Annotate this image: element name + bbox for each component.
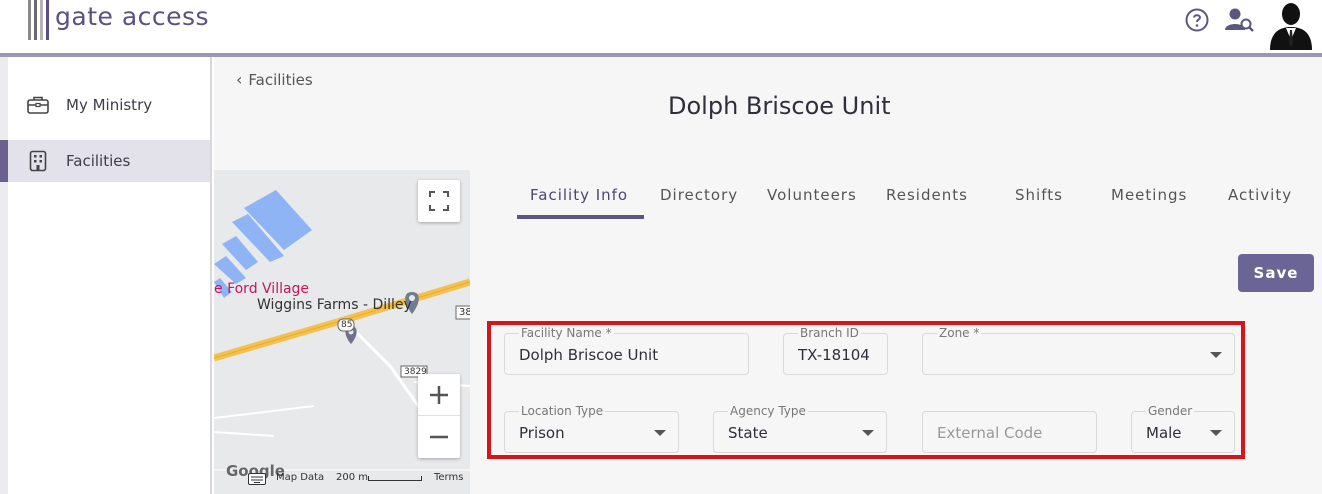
sidebar-item-my-ministry[interactable]: My Ministry — [8, 84, 210, 126]
zoom-control — [418, 374, 460, 458]
map-label-farms: Wiggins Farms - Dilley — [257, 297, 412, 313]
app-logo[interactable]: gate access — [28, 0, 209, 40]
chevron-down-icon — [862, 430, 874, 436]
user-search-icon[interactable] — [1224, 7, 1254, 33]
sidebar-edge — [0, 57, 8, 494]
facility-name-label: Facility Name * — [519, 326, 614, 340]
map-label-village: e Ford Village — [214, 281, 310, 297]
zoom-in-button[interactable] — [418, 374, 460, 416]
tab-shifts[interactable]: Shifts — [1015, 178, 1063, 204]
gender-select[interactable]: Gender Male — [1131, 404, 1235, 453]
chevron-down-icon — [1210, 430, 1222, 436]
page-title: Dolph Briscoe Unit — [668, 92, 891, 120]
agency-type-label: Agency Type — [728, 404, 808, 418]
avatar[interactable] — [1266, 0, 1316, 50]
branch-id-field[interactable]: Branch ID TX-18104 — [783, 326, 888, 375]
fullscreen-icon — [429, 191, 449, 211]
location-type-value: Prison — [519, 424, 565, 442]
map-attribution[interactable]: Map Data — [276, 472, 324, 483]
chevron-left-icon: ‹ — [236, 70, 243, 89]
branch-id-label: Branch ID — [798, 326, 861, 340]
gender-label: Gender — [1146, 404, 1195, 418]
briefcase-icon — [26, 93, 50, 117]
zone-label: Zone * — [937, 326, 982, 340]
plus-icon — [430, 385, 448, 404]
sidebar-item-facilities[interactable]: Facilities — [8, 140, 210, 182]
top-bar: gate access — [0, 0, 1322, 54]
chevron-down-icon — [1210, 352, 1222, 358]
tab-volunteers[interactable]: Volunteers — [767, 178, 857, 204]
map-route-85: 85 — [341, 320, 353, 330]
minus-icon — [430, 435, 448, 439]
zoom-out-button[interactable] — [418, 416, 460, 458]
map-terms-link[interactable]: Terms — [434, 472, 463, 483]
external-code-placeholder: External Code — [937, 424, 1043, 442]
gender-value: Male — [1146, 424, 1182, 442]
location-type-select[interactable]: Location Type Prison — [504, 404, 679, 453]
agency-type-value: State — [728, 424, 768, 442]
tab-active-underline — [517, 215, 644, 219]
tab-residents[interactable]: Residents — [886, 178, 968, 204]
map-scale-label: 200 m — [336, 472, 369, 483]
logo-mark — [28, 0, 49, 40]
map-route-edge: 38 — [459, 307, 470, 318]
help-icon[interactable] — [1185, 8, 1209, 32]
tab-meetings[interactable]: Meetings — [1111, 178, 1187, 204]
fullscreen-button[interactable] — [418, 180, 460, 222]
sidebar-item-label: My Ministry — [66, 96, 153, 114]
tab-directory[interactable]: Directory — [660, 178, 738, 204]
keyboard-icon[interactable] — [248, 470, 266, 489]
building-icon — [26, 149, 50, 173]
branch-id-value: TX-18104 — [798, 346, 870, 364]
external-code-field[interactable]: External Code — [922, 411, 1097, 453]
agency-type-select[interactable]: Agency Type State — [713, 404, 887, 453]
logo-text: gate access — [55, 1, 210, 31]
sidebar-item-label: Facilities — [66, 152, 131, 170]
location-type-label: Location Type — [519, 404, 606, 418]
facility-name-value: Dolph Briscoe Unit — [519, 346, 659, 364]
back-link[interactable]: ‹ Facilities — [236, 70, 313, 89]
zone-select[interactable]: Zone * — [922, 326, 1235, 375]
chevron-down-icon — [654, 430, 666, 436]
map[interactable]: e Ford Village Wiggins Farms - Dilley 85… — [214, 170, 470, 494]
save-button[interactable]: Save — [1238, 254, 1314, 292]
tab-facility-info[interactable]: Facility Info — [530, 178, 628, 204]
back-link-label: Facilities — [248, 70, 313, 89]
facility-name-field[interactable]: Facility Name * Dolph Briscoe Unit — [504, 326, 749, 375]
tab-activity[interactable]: Activity — [1228, 178, 1292, 204]
map-scale-bar — [368, 476, 422, 481]
sidebar-active-indicator — [0, 140, 8, 182]
